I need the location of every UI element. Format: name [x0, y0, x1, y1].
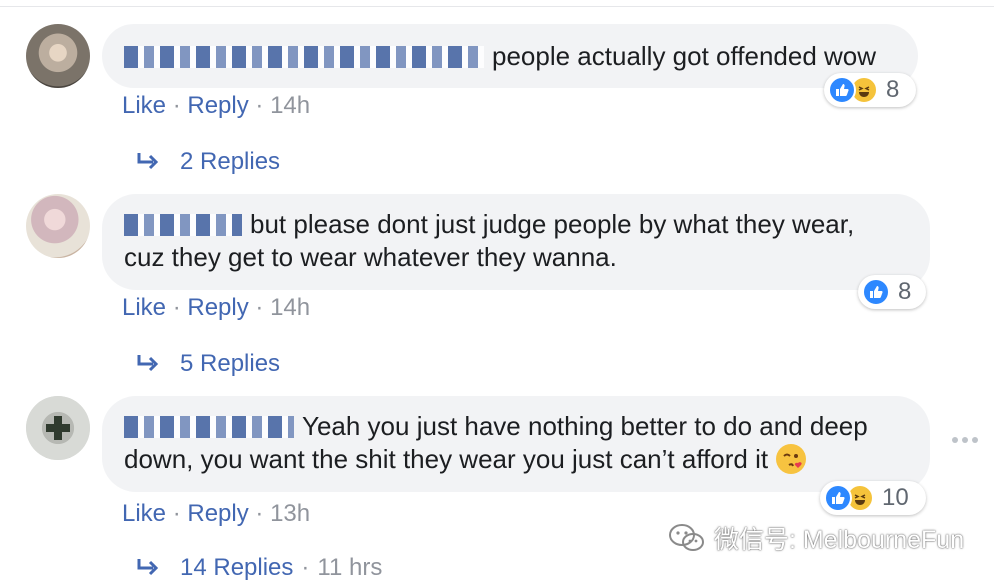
view-replies-link[interactable]: 2 Replies	[136, 148, 280, 176]
reaction-count: 10	[882, 484, 909, 511]
watermark-text: 微信号: MelbourneFun	[714, 526, 965, 554]
top-divider	[0, 6, 994, 7]
like-reaction-icon	[862, 278, 890, 306]
comment-time[interactable]: 14h	[270, 294, 310, 321]
like-reaction-icon	[824, 484, 852, 512]
reply-link[interactable]: Reply	[187, 500, 248, 527]
commenter-avatar[interactable]	[26, 194, 90, 258]
separator: ·	[255, 294, 264, 321]
wechat-watermark: 微信号: MelbourneFun	[668, 520, 964, 556]
reply-link[interactable]: Reply	[187, 92, 248, 119]
comment-time[interactable]: 13h	[270, 500, 310, 527]
reactions-summary[interactable]: 8	[858, 275, 926, 309]
like-link[interactable]: Like	[122, 500, 166, 527]
like-link[interactable]: Like	[122, 92, 166, 119]
like-reaction-icon	[828, 76, 856, 104]
comment-text-line: down, you want the shit they wear you ju…	[124, 444, 769, 474]
comment-actions: Like · Reply · 13h	[122, 500, 310, 528]
reaction-count: 8	[898, 278, 912, 305]
replies-count-label[interactable]: 14 Replies	[180, 554, 293, 582]
comment-time[interactable]: 14h	[270, 92, 310, 119]
comment-text-line: but please dont just judge people by wha…	[250, 209, 855, 239]
replies-count-label[interactable]: 2 Replies	[180, 148, 280, 176]
reactions-summary[interactable]: 8	[824, 73, 916, 107]
commenter-avatar[interactable]	[26, 396, 90, 460]
comment-bubble: people actually got offended wow	[102, 24, 918, 88]
separator: ·	[255, 92, 264, 119]
wechat-icon	[669, 524, 704, 551]
separator: ·	[255, 500, 264, 527]
comment-actions: Like · Reply · 14h	[122, 92, 310, 120]
replies-count-label[interactable]: 5 Replies	[180, 350, 280, 378]
view-replies-link[interactable]: 14 Replies · 11 hrs	[136, 554, 382, 582]
view-replies-link[interactable]: 5 Replies	[136, 350, 280, 378]
like-link[interactable]: Like	[122, 294, 166, 321]
commenter-name-blurred[interactable]	[124, 416, 294, 438]
commenter-avatar[interactable]	[26, 24, 90, 88]
comment-text: people actually got offended wow	[492, 41, 877, 71]
comment-actions: Like · Reply · 14h	[122, 294, 310, 322]
commenter-name-blurred[interactable]	[124, 46, 484, 68]
reply-link[interactable]: Reply	[187, 294, 248, 321]
reply-arrow-icon	[137, 559, 159, 576]
separator: ·	[301, 554, 310, 581]
reactions-summary[interactable]: 10	[820, 481, 926, 515]
comment-text-line: Yeah you just have nothing better to do …	[302, 411, 868, 441]
winking-kiss-emoji-icon	[776, 444, 807, 474]
commenter-name-blurred[interactable]	[124, 214, 242, 236]
reaction-count: 8	[886, 76, 900, 103]
comment-bubble: Yeah you just have nothing better to do …	[102, 396, 930, 492]
separator: ·	[172, 92, 181, 119]
separator: ·	[172, 294, 181, 321]
comment-bubble: but please dont just judge people by wha…	[102, 194, 930, 290]
more-options-icon[interactable]	[952, 437, 978, 443]
separator: ·	[172, 500, 181, 527]
reply-arrow-icon	[137, 153, 159, 170]
reply-arrow-icon	[137, 355, 159, 372]
replies-time: 11 hrs	[317, 554, 383, 581]
comment-text-line: cuz they get to wear whatever they wanna…	[124, 242, 617, 272]
